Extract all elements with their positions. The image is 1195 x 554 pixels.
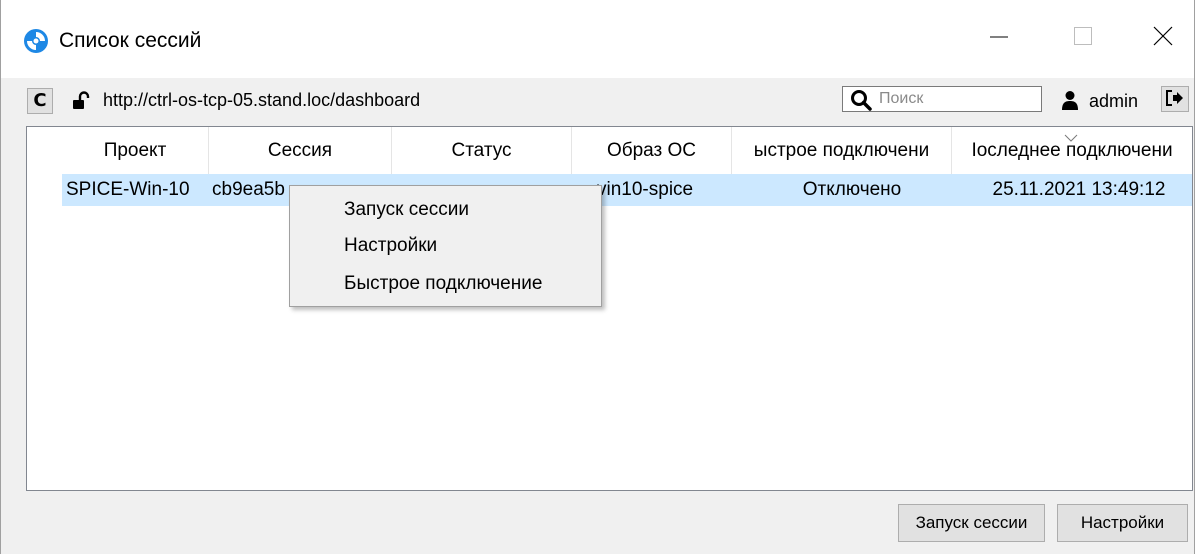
- menu-item-start-session[interactable]: Запуск сессии: [290, 192, 601, 228]
- column-header-project[interactable]: Проект: [62, 127, 209, 175]
- cell-project: SPICE-Win-10: [66, 179, 190, 200]
- close-icon: [1153, 26, 1173, 51]
- window-title: Список сессий: [59, 29, 202, 52]
- start-session-button[interactable]: Запуск сессии: [898, 504, 1045, 542]
- logout-button[interactable]: [1161, 86, 1189, 112]
- sessions-table[interactable]: Проект Сессия Статус Образ ОС ыстрое под…: [26, 126, 1193, 491]
- table-row[interactable]: SPICE-Win-10 cb9ea5b vin10-spice Отключе…: [62, 174, 1192, 206]
- column-header-quick-connect[interactable]: ыстрое подключени: [732, 127, 952, 175]
- search-icon: [849, 88, 873, 112]
- user-icon: [1061, 90, 1079, 110]
- maximize-icon: [1073, 26, 1093, 51]
- menu-item-quick-connect[interactable]: Быстрое подключение: [290, 266, 601, 302]
- cell-last-connect: 25.11.2021 13:49:12: [992, 179, 1166, 200]
- title-bar[interactable]: Список сессий: [1, 0, 1194, 78]
- column-header-status[interactable]: Статус: [392, 127, 572, 175]
- column-header-os-image[interactable]: Образ ОС: [572, 127, 732, 175]
- cell-os-image: vin10-spice: [597, 179, 694, 200]
- close-button[interactable]: [1143, 18, 1183, 58]
- column-header-session[interactable]: Сессия: [209, 127, 392, 175]
- app-logo-icon: [23, 28, 49, 54]
- maximize-button[interactable]: [1063, 18, 1103, 58]
- menu-item-settings[interactable]: Настройки: [290, 228, 601, 264]
- refresh-button[interactable]: C: [27, 88, 53, 114]
- search-box[interactable]: [842, 86, 1042, 112]
- sort-descending-icon: [1064, 129, 1078, 142]
- logout-icon: [1166, 89, 1184, 109]
- context-menu: Запуск сессии Настройки Быстрое подключе…: [289, 185, 602, 307]
- cell-quick-connect: Отключено: [802, 179, 902, 200]
- server-url: http://ctrl-os-tcp-05.stand.loc/dashboar…: [103, 90, 421, 110]
- search-input[interactable]: [879, 89, 1039, 109]
- session-list-window: Список сессий C http://ctrl-os-tcp-05.st…: [0, 0, 1195, 554]
- minimize-icon: [989, 26, 1009, 51]
- table-header: Проект Сессия Статус Образ ОС ыстрое под…: [27, 127, 1192, 175]
- minimize-button[interactable]: [979, 18, 1019, 58]
- username-label: admin: [1089, 91, 1139, 111]
- unlocked-padlock-icon: [71, 90, 93, 112]
- settings-button[interactable]: Настройки: [1057, 504, 1188, 542]
- toolbar: C http://ctrl-os-tcp-05.stand.loc/dashbo…: [1, 78, 1194, 120]
